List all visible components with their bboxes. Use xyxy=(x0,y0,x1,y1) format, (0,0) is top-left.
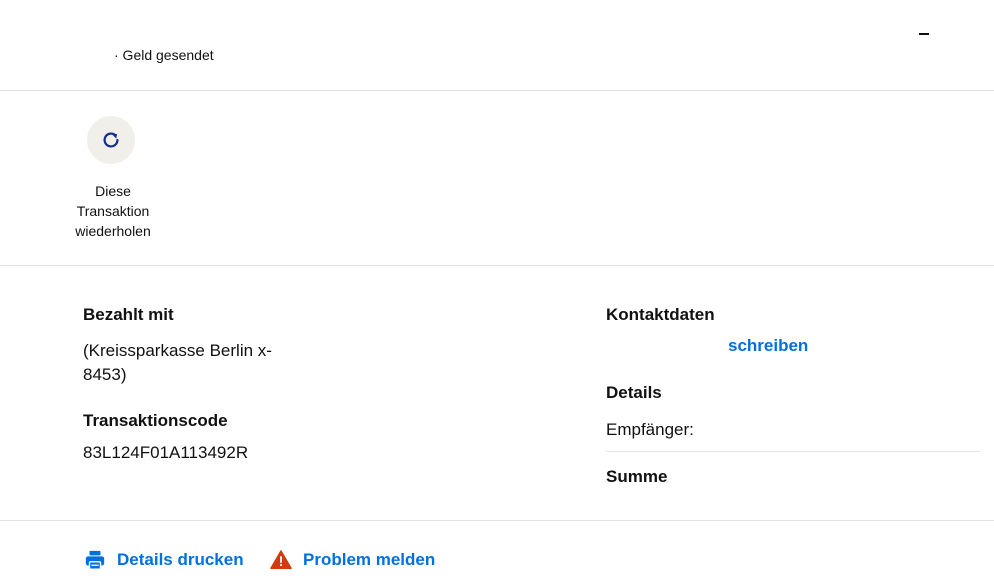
refresh-icon xyxy=(100,129,122,151)
print-details-button[interactable]: Details drucken xyxy=(83,548,244,572)
details-divider xyxy=(606,451,980,452)
collapse-icon[interactable] xyxy=(919,33,929,35)
printer-icon xyxy=(83,548,107,572)
warning-icon xyxy=(269,548,293,572)
report-problem-label[interactable]: Problem melden xyxy=(303,550,435,570)
repeat-transaction-label[interactable]: Diese Transaktion wiederholen xyxy=(62,181,164,241)
header-divider xyxy=(0,90,994,91)
section-divider xyxy=(0,265,994,266)
details-label: Details xyxy=(606,383,662,402)
transaction-code-value: 83L124F01A113492R xyxy=(83,443,249,462)
transaction-status: · Geld gesendet xyxy=(114,47,214,63)
footer-divider xyxy=(0,520,994,521)
paid-with-value: (Kreissparkasse Berlin x-8453) xyxy=(83,341,272,384)
repeat-transaction-button[interactable] xyxy=(87,116,135,164)
paid-with-label: Bezahlt mit xyxy=(83,305,174,324)
recipient-label: Empfänger: xyxy=(606,420,694,439)
write-message-link[interactable]: schreiben xyxy=(728,336,808,356)
transaction-code-label: Transaktionscode xyxy=(83,411,228,430)
sum-label: Summe xyxy=(606,467,668,486)
contact-label: Kontaktdaten xyxy=(606,305,715,324)
report-problem-button[interactable]: Problem melden xyxy=(269,548,435,572)
print-details-label[interactable]: Details drucken xyxy=(117,550,244,570)
